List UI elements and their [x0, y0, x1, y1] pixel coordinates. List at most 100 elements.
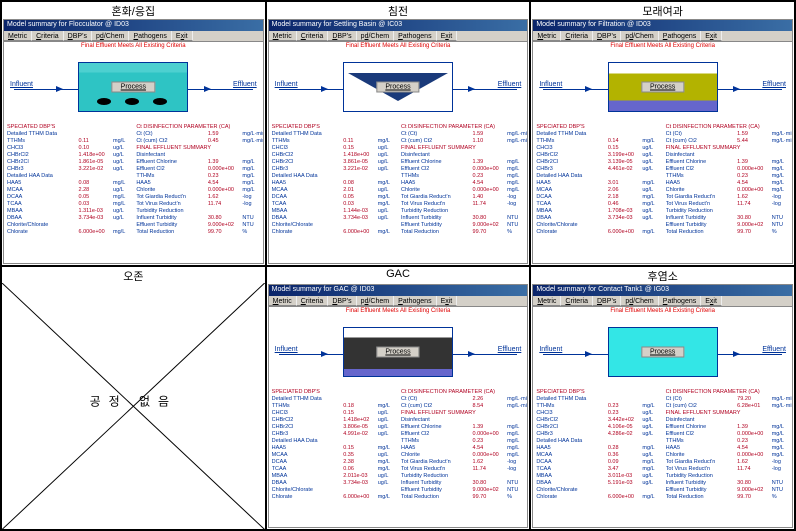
param-row: TTHMs 0.11 mg/L — [7, 138, 130, 145]
param-name: Total Reduction — [666, 229, 738, 236]
menu-pdchem[interactable]: pd/Chem — [621, 296, 658, 306]
param-value: 6.28e+01 — [737, 403, 772, 410]
param-unit: ug/L — [378, 159, 395, 166]
param-value: 3.861e-05 — [343, 159, 378, 166]
param-row: Influent Turbidity 30.80 NTU — [136, 215, 259, 222]
left-column: SPECIATED DBP'S Detailed TTHM Data TTHMs… — [533, 388, 662, 528]
param-name: CHBrCl2 — [7, 152, 79, 159]
param-value: 0.08 — [343, 180, 378, 187]
menu-pdchem[interactable]: pd/Chem — [357, 31, 394, 41]
param-row: CHBrCl2 3.199e+00 ug/L — [536, 152, 659, 159]
param-value: 4.54 — [208, 180, 243, 187]
param-row: Detailed HAA Data — [7, 173, 130, 180]
menu-exit[interactable]: Exit — [437, 296, 458, 306]
param-unit: mg/L — [507, 173, 524, 180]
param-name: CHBr2Cl — [272, 159, 344, 166]
process-button[interactable]: Process — [641, 82, 684, 93]
effluent-label[interactable]: Effluent — [762, 346, 786, 353]
param-name: HAA5 — [272, 180, 344, 187]
window-titlebar[interactable]: Model summary for Filtration @ ID03 — [533, 20, 792, 31]
influent-label[interactable]: Influent — [539, 346, 562, 353]
param-unit: ug/L — [378, 208, 395, 215]
param-row: MCAA 2.01 ug/L — [272, 187, 395, 194]
menu-pathogens[interactable]: Pathogens — [129, 31, 171, 41]
menu-pdchem[interactable]: pd/Chem — [92, 31, 129, 41]
param-value: 11.74 — [737, 201, 772, 208]
menu-dbps[interactable]: DBP’s — [593, 296, 621, 306]
window-titlebar[interactable]: Model summary for GAC @ ID03 — [269, 285, 528, 296]
section-header: SPECIATED DBP'S — [536, 124, 659, 131]
influent-label[interactable]: Influent — [10, 81, 33, 88]
process-button[interactable]: Process — [376, 346, 419, 357]
menu-exit[interactable]: Exit — [701, 31, 722, 41]
param-name: Chlorite — [666, 452, 738, 459]
param-unit: ug/L — [378, 152, 395, 159]
param-unit: ug/L — [642, 187, 659, 194]
menu-pathogens[interactable]: Pathogens — [394, 31, 436, 41]
menu-pathogens[interactable]: Pathogens — [659, 31, 701, 41]
process-button[interactable]: Process — [112, 82, 155, 93]
menu-pdchem[interactable]: pd/Chem — [621, 31, 658, 41]
data-table: SPECIATED DBP'S Detailed TTHM Data TTHMs… — [533, 123, 792, 263]
param-unit: NTU — [507, 215, 524, 222]
menu-pdchem[interactable]: pd/Chem — [357, 296, 394, 306]
menu-metric[interactable]: Metric — [533, 296, 561, 306]
param-value: 0.11 — [79, 138, 114, 145]
menu-exit[interactable]: Exit — [172, 31, 193, 41]
param-value — [608, 222, 643, 229]
param-value: 3.01 — [608, 180, 643, 187]
param-row: Detailed HAA Data — [272, 173, 395, 180]
window-titlebar[interactable]: Model summary for Contact Tank1 @ IG03 — [533, 285, 792, 296]
effluent-label[interactable]: Effluent — [498, 81, 522, 88]
param-unit: ug/L — [642, 417, 659, 424]
menu-metric[interactable]: Metric — [269, 31, 297, 41]
menu-dbps[interactable]: DBP’s — [593, 31, 621, 41]
cell-title: 후염소 — [531, 267, 794, 283]
effluent-label[interactable]: Effluent — [762, 81, 786, 88]
param-unit: % — [507, 494, 524, 501]
menu-metric[interactable]: Metric — [533, 31, 561, 41]
menu-dbps[interactable]: DBP’s — [64, 31, 92, 41]
model-window: Model summary for Contact Tank1 @ IG03 M… — [532, 284, 793, 529]
menu-pathogens[interactable]: Pathogens — [659, 296, 701, 306]
section-header: SPECIATED DBP'S — [272, 389, 395, 396]
menu-criteria[interactable]: Criteria — [561, 296, 593, 306]
param-name: Effluent Chlorine — [666, 424, 738, 431]
param-unit: mg/L·min — [507, 403, 527, 410]
param-value: 0.15 — [608, 145, 643, 152]
param-name: Turbidity Reduction — [136, 208, 208, 215]
param-value: 1.62 — [208, 194, 243, 201]
menu-pathogens[interactable]: Pathogens — [394, 296, 436, 306]
param-row: CHBr3 4.991e-02 ug/L — [272, 431, 395, 438]
param-value: 0.15 — [343, 145, 378, 152]
menu-metric[interactable]: Metric — [4, 31, 32, 41]
param-value: 4.54 — [737, 180, 772, 187]
status-text: Final Effluent Meets All Existing Criter… — [533, 307, 792, 316]
menu-criteria[interactable]: Criteria — [297, 31, 329, 41]
param-row: HAA5 4.54 mg/L — [401, 445, 524, 452]
menu-criteria[interactable]: Criteria — [297, 296, 329, 306]
influent-label[interactable]: Influent — [539, 81, 562, 88]
param-name: TTHMs — [666, 438, 738, 445]
menu-dbps[interactable]: DBP’s — [328, 296, 356, 306]
param-unit: ug/L — [642, 473, 659, 480]
window-titlebar[interactable]: Model summary for Flocculator @ ID03 — [4, 20, 263, 31]
param-unit — [507, 152, 524, 159]
param-row: Ct (Ct) 79.20 mg/L·min — [666, 396, 789, 403]
process-button[interactable]: Process — [376, 82, 419, 93]
menu-dbps[interactable]: DBP’s — [328, 31, 356, 41]
param-row: Effluent Chlorine 1.39 mg/L — [401, 159, 524, 166]
influent-label[interactable]: Influent — [275, 346, 298, 353]
menu-criteria[interactable]: Criteria — [32, 31, 64, 41]
window-titlebar[interactable]: Model summary for Settling Basin @ IC03 — [269, 20, 528, 31]
effluent-label[interactable]: Effluent — [233, 81, 257, 88]
param-row: MBAA 2.011e-03 ug/L — [272, 473, 395, 480]
param-value — [343, 396, 378, 403]
menu-exit[interactable]: Exit — [437, 31, 458, 41]
influent-label[interactable]: Influent — [275, 81, 298, 88]
process-button[interactable]: Process — [641, 346, 684, 357]
menu-metric[interactable]: Metric — [269, 296, 297, 306]
menu-criteria[interactable]: Criteria — [561, 31, 593, 41]
effluent-label[interactable]: Effluent — [498, 346, 522, 353]
menu-exit[interactable]: Exit — [701, 296, 722, 306]
